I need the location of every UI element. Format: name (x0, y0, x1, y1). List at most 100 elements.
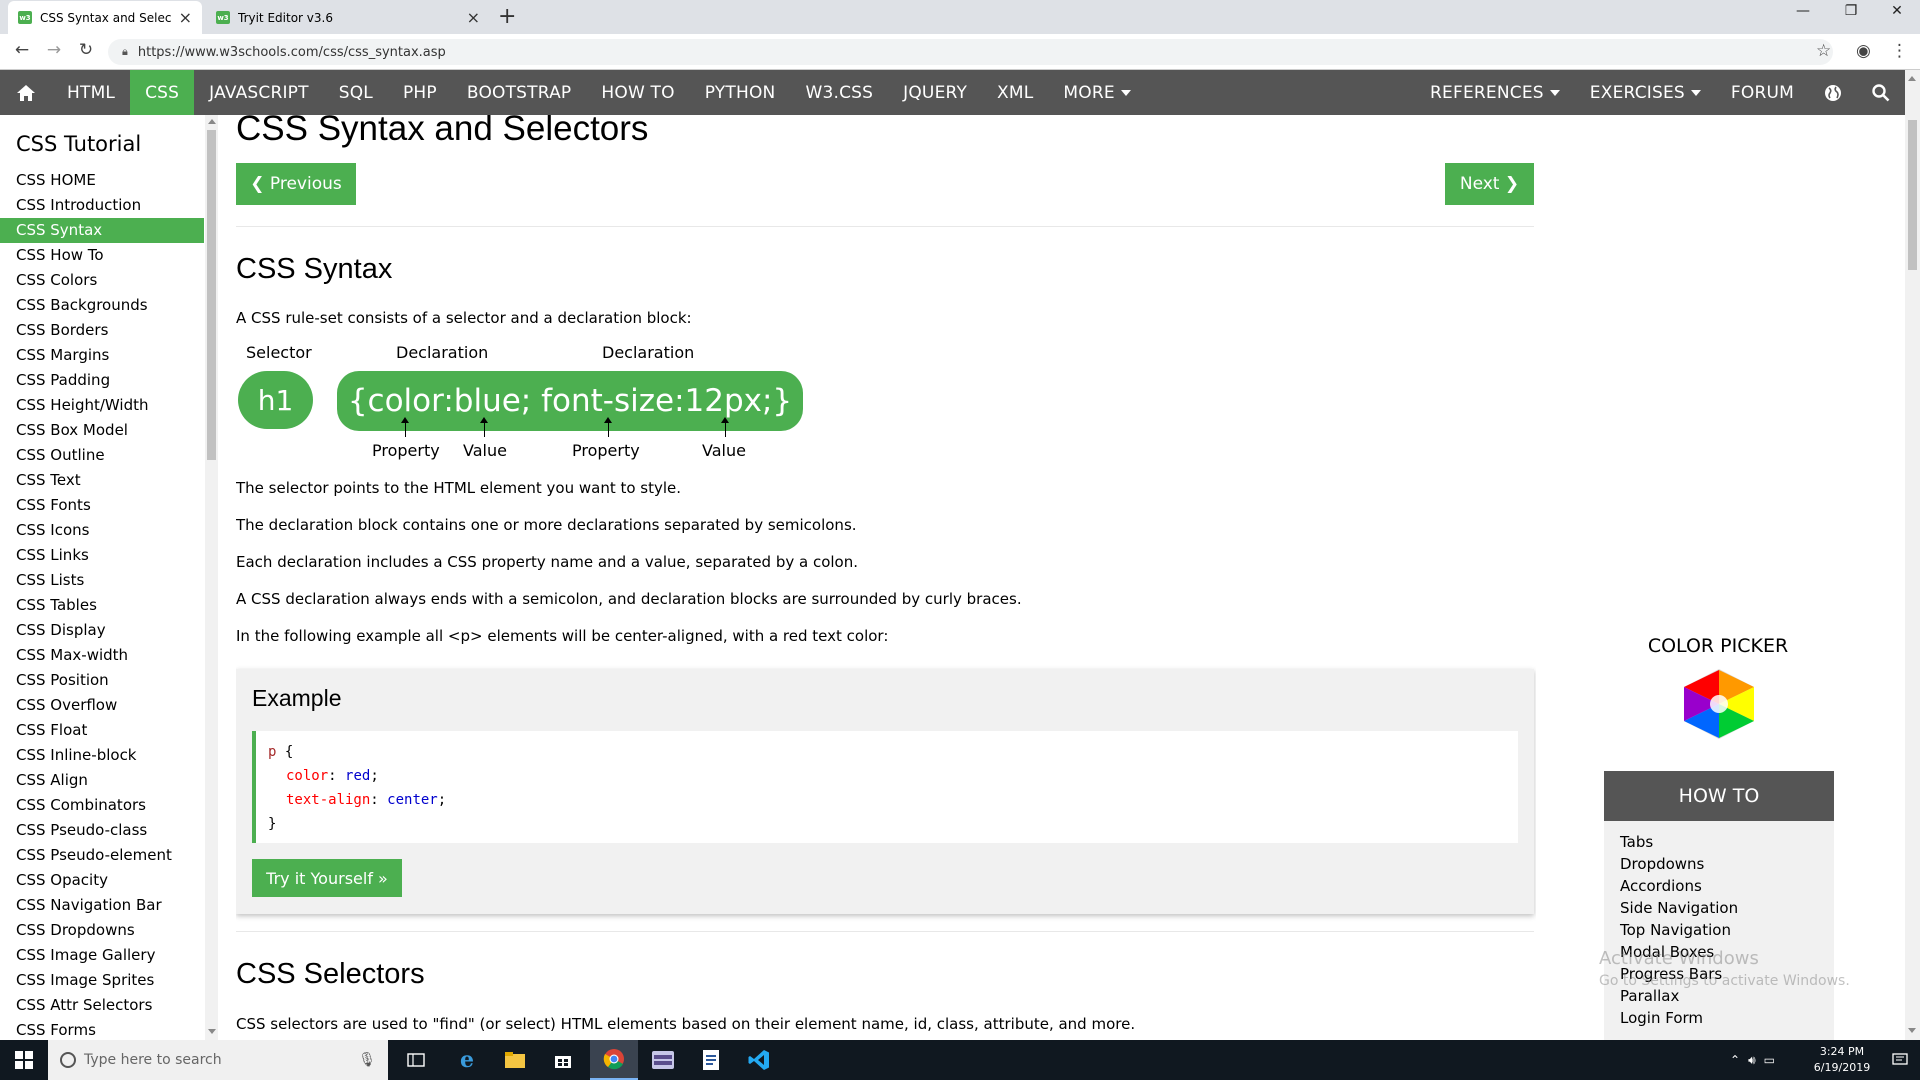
new-tab-icon[interactable]: + (498, 4, 516, 29)
sidebar-item[interactable]: CSS How To (0, 243, 204, 268)
menu-kebab-icon[interactable]: ⋮ (1891, 41, 1908, 61)
howto-link-login-form[interactable]: Login Form (1620, 1007, 1834, 1029)
close-tab-icon[interactable]: × (179, 8, 192, 27)
sidebar-item[interactable]: CSS Image Sprites (0, 968, 204, 993)
chevron-up-icon[interactable]: ⌃ (1730, 1053, 1740, 1067)
sidebar-item[interactable]: CSS Borders (0, 318, 204, 343)
sidebar-item[interactable]: CSS Fonts (0, 493, 204, 518)
sidebar-item[interactable]: CSS Position (0, 668, 204, 693)
volume-icon[interactable]: 🔊︎ (1748, 1053, 1756, 1068)
forward-arrow-icon[interactable]: → (42, 40, 66, 60)
sidebar-item[interactable]: CSS Pseudo-element (0, 843, 204, 868)
reload-icon[interactable]: ↻ (74, 40, 98, 60)
nav-bootstrap[interactable]: BOOTSTRAP (452, 70, 587, 115)
howto-link-side-navigation[interactable]: Side Navigation (1620, 897, 1834, 919)
sidebar-item[interactable]: CSS Display (0, 618, 204, 643)
page-scrollbar[interactable] (1905, 70, 1920, 1040)
sidebar-item[interactable]: CSS Height/Width (0, 393, 204, 418)
sidebar-item[interactable]: CSS Margins (0, 343, 204, 368)
nav-javascript[interactable]: JAVASCRIPT (194, 70, 324, 115)
howto-link-accordions[interactable]: Accordions (1620, 875, 1834, 897)
sidebar-scroll-thumb[interactable] (207, 130, 216, 460)
sidebar-item[interactable]: CSS Colors (0, 268, 204, 293)
sidebar-item[interactable]: CSS Lists (0, 568, 204, 593)
home-icon[interactable] (0, 70, 52, 115)
nav-more[interactable]: MORE (1048, 70, 1145, 115)
sidebar-item[interactable]: CSS Syntax (0, 218, 204, 243)
edge-browser-icon[interactable]: e (443, 1040, 491, 1080)
sidebar-item[interactable]: CSS Outline (0, 443, 204, 468)
windows-start-icon[interactable] (0, 1040, 48, 1080)
sidebar-item[interactable]: CSS Combinators (0, 793, 204, 818)
bookmark-star-icon[interactable]: ☆ (1816, 41, 1831, 61)
nav-sql[interactable]: SQL (324, 70, 388, 115)
store-icon[interactable] (539, 1040, 587, 1080)
sidebar-item[interactable]: CSS Float (0, 718, 204, 743)
sidebar-item[interactable]: CSS Inline-block (0, 743, 204, 768)
nav-php[interactable]: PHP (388, 70, 452, 115)
howto-link-dropdowns[interactable]: Dropdowns (1620, 853, 1834, 875)
sidebar-item[interactable]: CSS Image Gallery (0, 943, 204, 968)
url-input[interactable]: 🔒︎ https://www.w3schools.com/css/css_syn… (108, 39, 1833, 65)
scroll-up-icon[interactable] (208, 119, 216, 124)
profile-avatar-icon[interactable]: ◉ (1856, 41, 1871, 61)
taskbar-clock[interactable]: 3:24 PM 6/19/2019 (1806, 1044, 1878, 1076)
nav-w3css[interactable]: W3.CSS (790, 70, 888, 115)
sidebar-item[interactable]: CSS Forms (0, 1018, 204, 1040)
search-icon[interactable] (1857, 70, 1905, 115)
sidebar-item[interactable]: CSS Pseudo-class (0, 818, 204, 843)
globe-icon[interactable] (1809, 70, 1857, 115)
sidebar-item[interactable]: CSS Overflow (0, 693, 204, 718)
sidebar-item[interactable]: CSS Attr Selectors (0, 993, 204, 1018)
minimize-icon[interactable]: — (1780, 3, 1826, 19)
tab-css-syntax[interactable]: w3 CSS Syntax and Selectors × (8, 1, 202, 34)
try-it-yourself-button[interactable]: Try it Yourself » (252, 859, 402, 897)
page-scroll-thumb[interactable] (1908, 120, 1917, 270)
howto-link-top-navigation[interactable]: Top Navigation (1620, 919, 1834, 941)
chrome-icon[interactable] (590, 1040, 638, 1080)
restore-icon[interactable]: ❐ (1828, 3, 1874, 19)
task-view-icon[interactable] (392, 1040, 440, 1080)
sidebar-item[interactable]: CSS Backgrounds (0, 293, 204, 318)
sidebar-item[interactable]: CSS Padding (0, 368, 204, 393)
nav-how-to[interactable]: HOW TO (586, 70, 689, 115)
notifications-icon[interactable] (1880, 1040, 1920, 1080)
sidebar-item[interactable]: CSS Navigation Bar (0, 893, 204, 918)
sidebar-item[interactable]: CSS Icons (0, 518, 204, 543)
tab-tryit-editor[interactable]: w3 Tryit Editor v3.6 × (206, 1, 490, 34)
nav-forum[interactable]: FORUM (1716, 70, 1809, 115)
nav-jquery[interactable]: JQUERY (888, 70, 982, 115)
sidebar-item[interactable]: CSS Introduction (0, 193, 204, 218)
terminal-icon[interactable] (639, 1040, 687, 1080)
network-icon[interactable]: ▭ (1764, 1053, 1775, 1067)
taskbar-search-input[interactable]: Type here to search 🎙︎ (48, 1040, 388, 1080)
nav-references[interactable]: REFERENCES (1415, 70, 1575, 115)
nav-python[interactable]: PYTHON (690, 70, 791, 115)
document-icon[interactable] (687, 1040, 735, 1080)
close-window-icon[interactable]: ✕ (1874, 3, 1920, 19)
sidebar-item[interactable]: CSS Tables (0, 593, 204, 618)
close-tab-icon[interactable]: × (467, 8, 480, 27)
sidebar-item[interactable]: CSS HOME (0, 168, 204, 193)
scroll-up-icon[interactable] (1908, 76, 1916, 81)
sidebar-item[interactable]: CSS Box Model (0, 418, 204, 443)
scroll-down-icon[interactable] (208, 1029, 216, 1034)
sidebar-item[interactable]: CSS Align (0, 768, 204, 793)
nav-exercises[interactable]: EXERCISES (1575, 70, 1716, 115)
nav-xml[interactable]: XML (982, 70, 1048, 115)
file-explorer-icon[interactable] (491, 1040, 539, 1080)
vscode-icon[interactable] (735, 1040, 783, 1080)
next-button[interactable]: Next ❯ (1445, 163, 1534, 205)
scroll-down-icon[interactable] (1908, 1028, 1916, 1033)
howto-link-tabs[interactable]: Tabs (1620, 831, 1834, 853)
back-arrow-icon[interactable]: ← (10, 40, 34, 60)
microphone-icon[interactable]: 🎙︎ (358, 1052, 376, 1068)
sidebar-item[interactable]: CSS Dropdowns (0, 918, 204, 943)
nav-html[interactable]: HTML (52, 70, 130, 115)
previous-button[interactable]: ❮ Previous (236, 163, 356, 205)
sidebar-item[interactable]: CSS Text (0, 468, 204, 493)
sidebar-item[interactable]: CSS Links (0, 543, 204, 568)
nav-css[interactable]: CSS (130, 70, 195, 115)
color-picker-hexagon-icon[interactable] (1680, 667, 1758, 741)
sidebar-item[interactable]: CSS Opacity (0, 868, 204, 893)
